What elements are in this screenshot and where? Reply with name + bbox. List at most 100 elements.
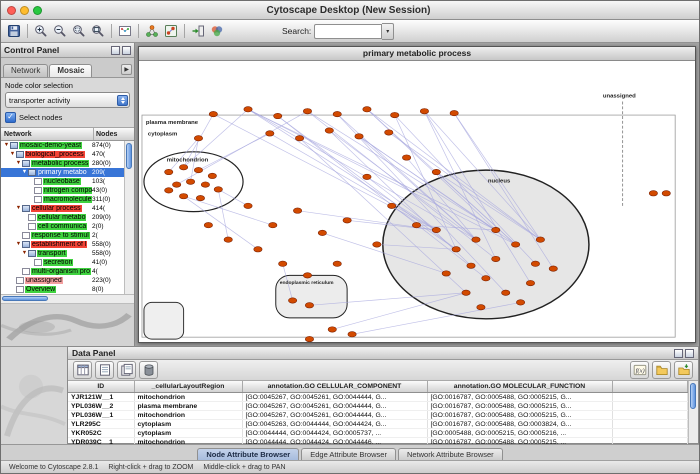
scrollbar-thumb[interactable] [690,383,696,409]
network-node[interactable] [343,218,351,223]
table-row[interactable]: YPL036W__2plasma membrane[GO:0045267, GO… [68,402,688,411]
tab-network[interactable]: Network [3,64,48,77]
tree-item-primary-metabo[interactable]: ▼primary metabo209( [1,168,124,177]
tree-item-overview[interactable]: Overview8(0) [1,285,124,294]
tree-item-cellular-metabo[interactable]: cellular metabo209(0) [1,213,124,222]
tree-item-nucleobase[interactable]: nucleobase103( [1,177,124,186]
network-node[interactable] [196,195,204,200]
tree-item-macromolecule[interactable]: macromolecule311(0) [1,195,124,204]
network-node[interactable] [209,111,217,116]
network-node[interactable] [462,290,470,295]
network-node[interactable] [244,107,252,112]
import-network-icon[interactable] [189,22,207,40]
tree-item-biological-process[interactable]: ▼biological_process470( [1,150,124,159]
table-row[interactable]: YJR121W__1mitochondrion[GO:0045267, GO:0… [68,393,688,402]
import-attributes-icon[interactable] [652,361,671,379]
graphics-details-icon[interactable] [116,22,134,40]
close-panel-button[interactable] [122,46,131,55]
table-row[interactable]: YLR295Ccytoplasm[GO:0045263, GO:0044444,… [68,420,688,429]
tree-vertical-scrollbar[interactable] [124,141,134,294]
equation-builder-icon[interactable]: f(x) [630,361,649,379]
vizmapper-icon[interactable] [208,22,226,40]
expand-arrow-icon[interactable]: ▼ [21,168,28,177]
network-node[interactable] [305,336,313,341]
expand-arrow-icon[interactable]: ▼ [15,240,22,249]
network-node[interactable] [194,167,202,172]
network-node[interactable] [549,266,557,271]
column-header-annotation-go-molecular-function[interactable]: annotation.GO MOLECULAR_FUNCTION [427,381,612,393]
network-node[interactable] [511,242,519,247]
node-color-dropdown[interactable]: transporter activity [5,92,130,108]
network-node[interactable] [373,242,381,247]
network-node[interactable] [492,227,500,232]
network-node[interactable] [363,107,371,112]
network-node[interactable] [328,327,336,332]
network-node[interactable] [325,128,333,133]
network-node[interactable] [482,276,490,281]
network-node[interactable] [385,130,393,135]
network-node[interactable] [516,300,524,305]
network-node[interactable] [194,136,202,141]
network-node[interactable] [318,230,326,235]
network-node[interactable] [333,261,341,266]
network-node[interactable] [204,222,212,227]
network-node[interactable] [420,109,428,114]
tree-item-response-to-stimul[interactable]: response to stimul2( [1,231,124,240]
network-node[interactable] [165,188,173,193]
network-node[interactable] [536,237,544,242]
table-row[interactable]: YPL036W__1mitochondrion[GO:0045267, GO:0… [68,411,688,420]
new-attribute-icon[interactable] [117,361,136,379]
delete-attribute-icon[interactable] [139,361,158,379]
save-icon[interactable] [5,22,23,40]
network-node[interactable] [303,273,311,278]
network-node[interactable] [450,110,458,115]
select-nodes-checkbox[interactable]: ✓ [5,112,16,123]
network-node[interactable] [472,237,480,242]
network-node[interactable] [348,332,356,337]
network-node[interactable] [432,169,440,174]
new-network-from-selection-icon[interactable] [162,22,180,40]
network-node[interactable] [649,191,657,196]
close-window-button[interactable] [7,6,16,15]
zoom-in-icon[interactable] [32,22,50,40]
tree-item-unassigned[interactable]: unassigned223(0) [1,276,124,285]
network-node[interactable] [274,113,282,118]
column-header-cellularlayoutregion[interactable]: _cellularLayoutRegion [134,381,242,393]
zoom-selected-icon[interactable] [70,22,88,40]
table-row[interactable]: YKR052Ccytoplasm[GO:0044444, GO:0044424,… [68,429,688,438]
expand-arrow-icon[interactable]: ▼ [9,150,16,159]
network-node[interactable] [214,187,222,192]
network-node[interactable] [526,280,534,285]
network-node[interactable] [186,179,194,184]
column-header-annotation-go-cellular-component[interactable]: annotation.GO CELLULAR_COMPONENT [242,381,427,393]
network-node[interactable] [266,131,274,136]
tab-scroll-right-button[interactable]: ▶ [121,64,132,75]
expand-arrow-icon[interactable]: ▼ [15,204,22,213]
network-node[interactable] [452,247,460,252]
data-panel-close-button[interactable] [685,349,694,358]
network-node[interactable] [269,222,277,227]
tree-item-mosaic-demo-yeast[interactable]: ▼mosaic-demo-yeast874(0) [1,141,124,150]
network-node[interactable] [172,182,180,187]
network-node[interactable] [477,305,485,310]
tree-header-network[interactable]: Network [1,128,94,140]
network-node[interactable] [333,111,341,116]
scrollbar-thumb[interactable] [2,296,48,301]
network-node[interactable] [244,203,252,208]
expand-arrow-icon[interactable]: ▼ [15,159,22,168]
network-node[interactable] [293,208,301,213]
search-dropdown-arrow-icon[interactable]: ▾ [382,23,394,40]
network-node[interactable] [224,237,232,242]
tree-header-nodes[interactable]: Nodes [94,131,134,138]
export-attributes-icon[interactable] [674,361,693,379]
zoom-window-button[interactable] [33,6,42,15]
select-attributes-icon[interactable] [73,361,92,379]
unselect-attributes-icon[interactable] [95,361,114,379]
table-vertical-scrollbar[interactable] [688,381,698,443]
tree-item-establishment-of-l[interactable]: ▼establishment of l558(0) [1,240,124,249]
tree-item-cellular-process[interactable]: ▼cellular process414( [1,204,124,213]
network-node[interactable] [295,136,303,141]
network-node[interactable] [165,169,173,174]
minimize-window-button[interactable] [20,6,29,15]
tree-item-multi-organism-pro[interactable]: multi-organism pro4( [1,267,124,276]
